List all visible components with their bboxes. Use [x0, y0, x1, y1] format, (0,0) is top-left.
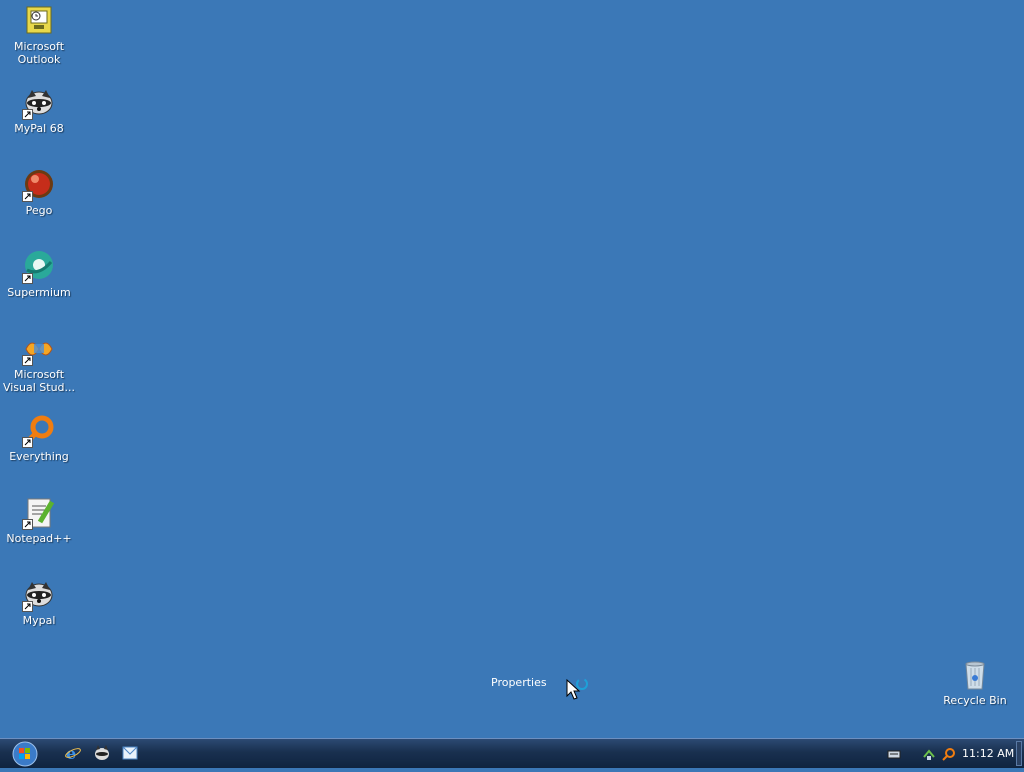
shortcut-arrow-icon — [22, 273, 33, 284]
internet-explorer-icon[interactable]: e — [64, 744, 82, 763]
desktop-icon-label: Notepad++ — [6, 532, 72, 545]
desktop-icon-label: Recycle Bin — [943, 694, 1007, 707]
desktop-icon-label: Everything — [9, 450, 69, 463]
desktop-icon-pego[interactable]: Pego — [0, 168, 78, 217]
shortcut-arrow-icon — [22, 191, 33, 202]
start-button[interactable] — [8, 740, 42, 768]
shortcut-arrow-icon — [22, 437, 33, 448]
raccoon-icon — [22, 86, 56, 120]
keyboard-icon[interactable] — [887, 746, 901, 760]
desktop-icon-recycle-bin[interactable]: Recycle Bin — [936, 658, 1014, 707]
raccoon-icon — [22, 578, 56, 612]
desktop-icon-notepad-plus-plus[interactable]: Notepad++ — [0, 496, 78, 545]
show-desktop-button[interactable] — [1016, 741, 1022, 766]
visual-studio-icon — [22, 332, 56, 366]
desktop-icon-mypal-68[interactable]: MyPal 68 — [0, 86, 78, 135]
search-icon[interactable] — [942, 746, 956, 761]
recycle-bin-icon — [958, 658, 992, 692]
start-orb-icon — [12, 741, 38, 767]
desktop-icon-label: Visual Stud... — [2, 381, 76, 394]
taskbar-clock[interactable]: 11:12 AM — [962, 747, 1014, 760]
taskbar: e 11:12 AM — [0, 738, 1024, 768]
desktop-icon-label: Mypal — [22, 614, 56, 627]
desktop-icon-visual-studio[interactable]: Microsoft Visual Stud... — [0, 332, 78, 394]
shortcut-arrow-icon — [22, 601, 33, 612]
pego-icon — [22, 168, 56, 202]
supermium-icon — [22, 250, 56, 284]
desktop-icon-everything[interactable]: Everything — [0, 414, 78, 463]
everything-icon — [22, 414, 56, 448]
desktop[interactable]: Microsoft Outlook MyPal 68 Pego Supermiu… — [0, 0, 1024, 738]
desktop-icon-supermium[interactable]: Supermium — [0, 250, 78, 299]
shortcut-arrow-icon — [22, 109, 33, 120]
desktop-icon-microsoft-outlook[interactable]: Microsoft Outlook — [0, 4, 78, 66]
desktop-icon-label: MyPal 68 — [14, 122, 64, 135]
raccoon-icon[interactable] — [93, 744, 111, 762]
notepad-plus-plus-icon — [22, 496, 56, 530]
shortcut-arrow-icon — [22, 519, 33, 530]
desktop-icon-label: Pego — [25, 204, 53, 217]
outlook-express-icon[interactable] — [121, 744, 139, 762]
properties-ghost-text: Properties — [491, 676, 547, 689]
outlook-icon — [22, 4, 56, 38]
desktop-icon-label: Outlook — [17, 53, 61, 66]
desktop-icon-label: Microsoft — [13, 368, 65, 381]
desktop-icon-label: Microsoft — [13, 40, 65, 53]
desktop-icon-label: Supermium — [7, 286, 71, 299]
desktop-icon-mypal[interactable]: Mypal — [0, 578, 78, 627]
network-icon[interactable] — [922, 746, 936, 760]
shortcut-arrow-icon — [22, 355, 33, 366]
busy-cursor-icon — [566, 676, 592, 706]
